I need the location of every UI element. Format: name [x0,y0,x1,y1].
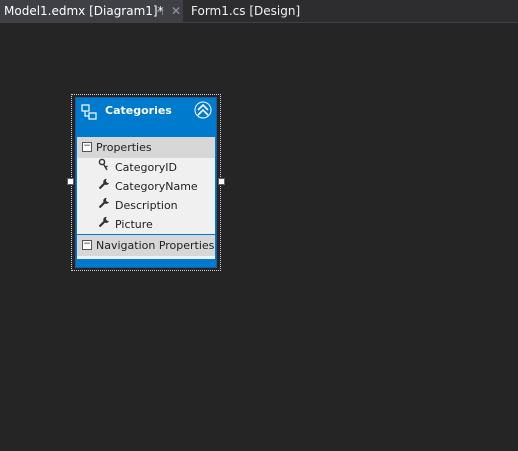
property-description[interactable]: Description [77,196,215,215]
navigation-properties-label: Navigation Properties [96,239,215,252]
resize-handle-left[interactable] [67,178,74,185]
entity-footer [77,259,215,267]
property-label: CategoryID [115,161,177,174]
entity-icon [80,103,98,121]
tab-title: Model1.edmx [Diagram1]* [4,4,164,18]
close-icon[interactable]: ✕ [171,0,181,23]
properties-label: Properties [96,141,152,154]
property-label: Description [115,199,178,212]
property-label: Picture [115,218,153,231]
properties-section-header[interactable]: − Properties [77,137,215,158]
document-tab-strip: Model1.edmx [Diagram1]* ⊣ ✕ Form1.cs [De… [0,0,518,23]
wrench-icon [98,177,110,196]
collapse-icon[interactable] [194,101,212,119]
entity-shape-categories[interactable]: Categories − Properties CategoryID Categ… [75,97,217,268]
property-category-id[interactable]: CategoryID [77,158,215,177]
entity-title: Categories [105,104,172,117]
property-category-name[interactable]: CategoryName [77,177,215,196]
tab-model1-edmx[interactable]: Model1.edmx [Diagram1]* ⊣ ✕ [0,0,183,23]
entity-header[interactable]: Categories [76,98,216,136]
key-icon [98,158,110,178]
navigation-properties-section-header[interactable]: − Navigation Properties [77,235,215,256]
collapse-toggle-icon[interactable]: − [82,142,92,152]
resize-handle-right[interactable] [218,178,225,185]
tab-title: Form1.cs [Design] [191,4,301,18]
entity-body: − Properties CategoryID CategoryName Des… [77,137,215,259]
wrench-icon [98,196,110,215]
tab-form1-design[interactable]: Form1.cs [Design] [191,0,300,23]
collapse-toggle-icon[interactable]: − [82,240,92,250]
property-picture[interactable]: Picture [77,215,215,234]
pin-icon[interactable]: ⊣ [154,0,164,23]
wrench-icon [98,215,110,234]
property-label: CategoryName [115,180,198,193]
